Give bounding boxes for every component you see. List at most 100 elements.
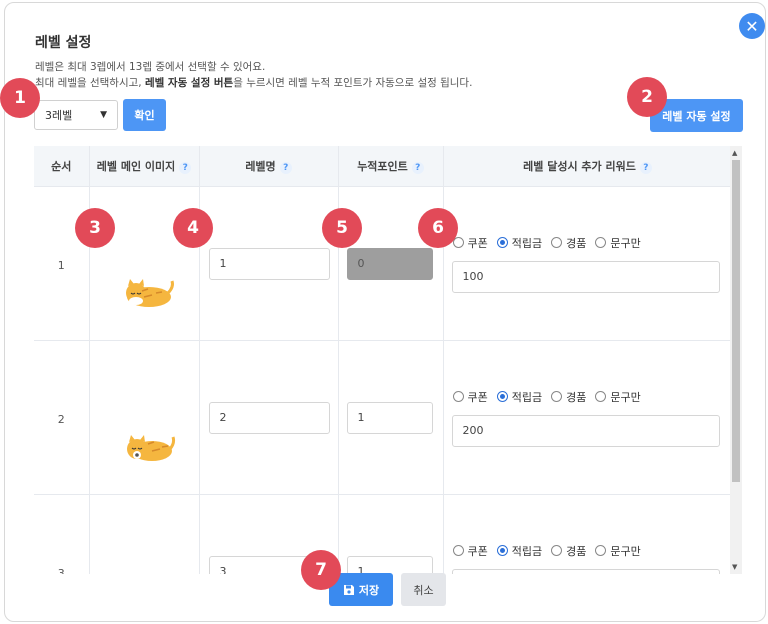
reward-option-text-only[interactable]: 문구만: [595, 543, 641, 559]
radio-label: 문구만: [610, 390, 641, 404]
radio-label: 문구만: [610, 544, 641, 558]
table-row: 1 1 0 쿠폰 적립금 경품 문구만 100: [34, 186, 733, 341]
reward-option-prize[interactable]: 경품: [551, 235, 586, 251]
radio-selected-icon: [496, 545, 508, 556]
dialog-description: 레벨은 최대 3렙에서 13렙 중에서 선택할 수 있어요. 최대 레벨을 선택…: [35, 59, 472, 91]
reward-option-text-only[interactable]: 문구만: [595, 235, 641, 251]
select-value: 3레벨: [45, 109, 73, 122]
points-input[interactable]: 1: [346, 401, 433, 434]
reward-option-points[interactable]: 적립금: [496, 235, 543, 251]
reward-option-text-only[interactable]: 문구만: [595, 389, 641, 405]
reward-amount-input[interactable]: 100: [451, 260, 720, 293]
reward-cell: 쿠폰 적립금 경품 문구만 100: [443, 186, 733, 341]
annotation-badge-2: 2: [627, 77, 667, 117]
points-input: 0: [346, 247, 433, 280]
chevron-down-icon: ▼: [100, 110, 107, 120]
points-input[interactable]: 1: [346, 555, 433, 574]
reward-option-coupon[interactable]: 쿠폰: [452, 543, 488, 559]
scroll-up-arrow-icon[interactable]: ▲: [732, 149, 737, 157]
cat-icon[interactable]: [122, 429, 176, 463]
header-label: 레벨 메인 이미지: [96, 159, 176, 173]
header-label: 레벨 달성시 추가 리워드: [523, 159, 636, 173]
radio-icon: [452, 545, 464, 556]
radio-label: 경품: [566, 390, 587, 404]
scroll-down-arrow-icon[interactable]: ▼: [732, 563, 737, 571]
table-row: 2 2 1 쿠폰 적립금 경품 문구만 200: [34, 340, 733, 495]
dialog-title: 레벨 설정: [35, 35, 92, 51]
table-scrollbar[interactable]: ▲ ▼: [730, 146, 742, 574]
description-text: 을 누르시면 레벨 누적 포인트가 자동으로 설정 됩니다.: [233, 77, 473, 89]
header-level-name: 레벨명?: [199, 146, 339, 187]
radio-label: 경품: [566, 544, 587, 558]
question-icon[interactable]: ?: [279, 161, 292, 174]
points-cell: 1: [338, 494, 444, 574]
radio-label: 쿠폰: [467, 236, 488, 250]
annotation-badge-6: 6: [418, 208, 458, 248]
header-label: 누적포인트: [357, 159, 408, 173]
question-icon[interactable]: ?: [639, 161, 652, 174]
radio-icon: [551, 391, 563, 402]
image-cell: [89, 340, 200, 495]
description-text: 최대 레벨을 선택하시고,: [35, 77, 145, 89]
radio-icon: [595, 545, 607, 556]
table-header-row: 순서 레벨 메인 이미지? 레벨명? 누적포인트? 레벨 달성시 추가 리워드?: [34, 146, 733, 187]
reward-option-points[interactable]: 적립금: [496, 543, 542, 559]
cat-icon[interactable]: [122, 275, 176, 309]
radio-label: 쿠폰: [467, 544, 488, 558]
annotation-badge-3: 3: [75, 208, 115, 248]
radio-label: 적립금: [511, 390, 543, 404]
close-icon: ✕: [745, 16, 759, 36]
radio-icon: [551, 545, 563, 556]
header-order: 순서: [34, 146, 90, 187]
reward-type-group: 쿠폰 적립금 경품 문구만: [452, 389, 641, 405]
level-name-input[interactable]: 1: [208, 247, 330, 280]
reward-option-points[interactable]: 적립금: [496, 389, 543, 405]
radio-label: 쿠폰: [467, 390, 488, 404]
order-value: 1: [57, 258, 65, 272]
order-value: 3: [57, 566, 65, 575]
annotation-badge-5: 5: [322, 208, 362, 248]
reward-amount-input[interactable]: 200: [451, 414, 720, 447]
level-name-cell: 2: [199, 340, 339, 495]
reward-cell: 쿠폰 적립금 경품 문구만 200: [443, 340, 733, 495]
level-name-input[interactable]: 2: [208, 401, 330, 434]
confirm-button[interactable]: 확인: [123, 99, 166, 131]
floppy-disk-icon: [343, 584, 354, 595]
question-icon[interactable]: ?: [411, 161, 424, 174]
level-name-cell: 1: [199, 186, 339, 341]
reward-type-group: 쿠폰 적립금 경품 문구만: [452, 235, 641, 251]
radio-label: 문구만: [610, 236, 641, 250]
order-cell: 3: [34, 494, 90, 575]
reward-option-coupon[interactable]: 쿠폰: [452, 235, 488, 251]
table-row: 3 3 1 쿠폰 적립금 경품 문구만: [34, 494, 733, 575]
header-label: 순서: [51, 159, 72, 173]
points-cell: 0: [338, 186, 444, 341]
order-cell: 2: [34, 340, 90, 495]
close-button[interactable]: ✕: [739, 13, 765, 39]
description-bold-text: 레벨 자동 설정 버튼: [144, 77, 234, 89]
reward-cell: 쿠폰 적립금 경품 문구만: [443, 494, 733, 574]
save-label: 저장: [358, 583, 380, 597]
annotation-badge-7: 7: [301, 550, 341, 590]
cancel-button[interactable]: 취소: [401, 573, 446, 606]
level-table: 순서 레벨 메인 이미지? 레벨명? 누적포인트? 레벨 달성시 추가 리워드?…: [34, 146, 742, 574]
scroll-thumb[interactable]: [732, 160, 740, 482]
radio-icon: [595, 237, 607, 248]
description-line-2: 최대 레벨을 선택하시고, 레벨 자동 설정 버튼을 누르시면 레벨 누적 포인…: [35, 75, 472, 91]
reward-option-coupon[interactable]: 쿠폰: [452, 389, 488, 405]
question-icon[interactable]: ?: [179, 161, 192, 174]
reward-amount-input[interactable]: [451, 568, 720, 574]
image-cell: [89, 186, 200, 341]
radio-label: 경품: [566, 236, 587, 250]
radio-label: 적립금: [511, 236, 543, 250]
header-reward: 레벨 달성시 추가 리워드?: [443, 146, 733, 187]
header-points: 누적포인트?: [338, 146, 444, 187]
order-cell: 1: [34, 186, 90, 341]
max-level-select[interactable]: 3레벨 ▼: [34, 100, 118, 130]
radio-selected-icon: [496, 391, 508, 402]
reward-option-prize[interactable]: 경품: [551, 389, 586, 405]
reward-option-prize[interactable]: 경품: [551, 543, 586, 559]
header-label: 레벨명: [245, 159, 276, 173]
points-cell: 1: [338, 340, 444, 495]
order-value: 2: [57, 412, 65, 426]
